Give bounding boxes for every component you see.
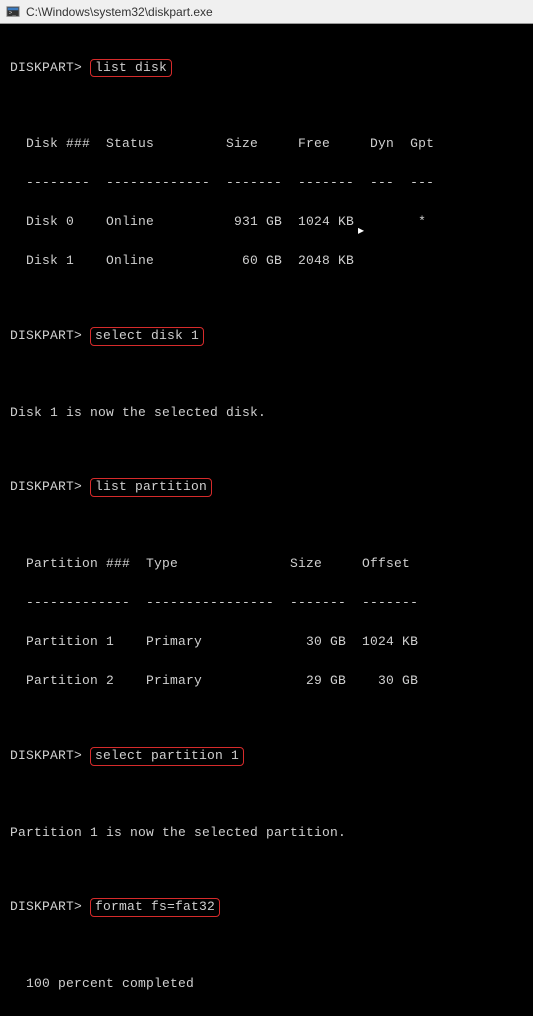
part-table-sep: ------------- ---------------- ------- -… xyxy=(10,593,523,613)
prompt: DISKPART> xyxy=(10,899,82,914)
disk-table-sep: -------- ------------- ------- ------- -… xyxy=(10,173,523,193)
cmd-format: format fs=fat32 xyxy=(90,898,220,917)
cmd-list-disk: list disk xyxy=(90,59,172,78)
cmd-list-partition: list partition xyxy=(90,478,212,497)
result-select-disk: Disk 1 is now the selected disk. xyxy=(10,403,523,423)
result-select-partition: Partition 1 is now the selected partitio… xyxy=(10,823,523,843)
prompt: DISKPART> xyxy=(10,479,82,494)
part-row-1: Partition 1 Primary 30 GB 1024 KB xyxy=(10,632,523,652)
cmd-select-disk: select disk 1 xyxy=(90,327,204,346)
cmd-select-partition: select partition 1 xyxy=(90,747,244,766)
window-title: C:\Windows\system32\diskpart.exe xyxy=(26,5,213,19)
part-table-header: Partition ### Type Size Offset xyxy=(10,554,523,574)
mouse-cursor-icon: ▸ xyxy=(358,223,364,238)
titlebar[interactable]: >_ C:\Windows\system32\diskpart.exe xyxy=(0,0,533,24)
prompt: DISKPART> xyxy=(10,60,82,75)
app-icon: >_ xyxy=(6,5,20,19)
result-format-progress: 100 percent completed xyxy=(10,974,523,994)
prompt: DISKPART> xyxy=(10,328,82,343)
disk-row-0: Disk 0 Online 931 GB 1024 KB * xyxy=(10,212,523,232)
part-row-2: Partition 2 Primary 29 GB 30 GB xyxy=(10,671,523,691)
disk-table-header: Disk ### Status Size Free Dyn Gpt xyxy=(10,134,523,154)
prompt: DISKPART> xyxy=(10,748,82,763)
terminal-output: DISKPART> list disk Disk ### Status Size… xyxy=(0,24,533,1016)
disk-row-1: Disk 1 Online 60 GB 2048 KB xyxy=(10,251,523,271)
svg-text:>_: >_ xyxy=(9,9,17,16)
